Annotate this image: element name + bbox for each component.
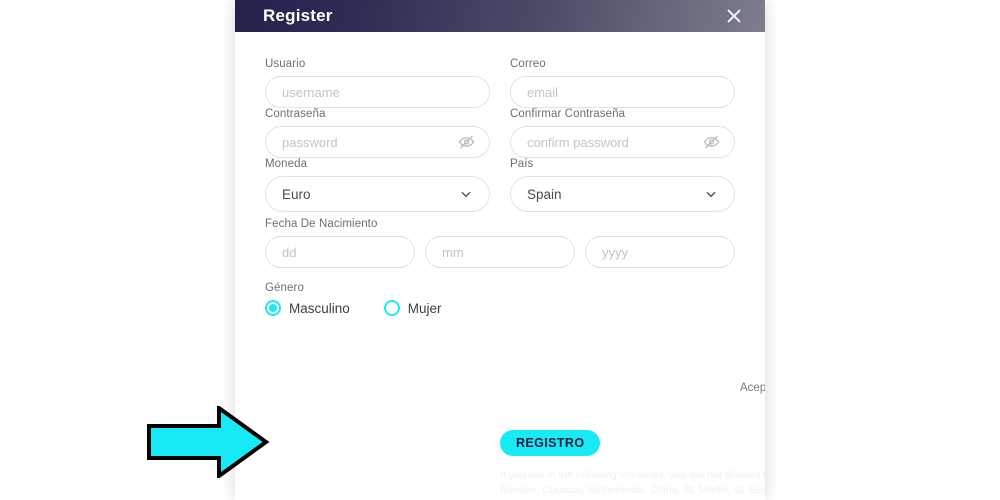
field-birthdate: Fecha De Nacimiento	[265, 218, 735, 268]
email-label: Correo	[510, 58, 546, 70]
restricted-territories-note: If you live in the following territories…	[500, 469, 765, 496]
currency-value: Euro	[282, 186, 311, 202]
email-input-wrap	[510, 76, 735, 108]
terms-row: Aceptar términos Y Condiciones	[740, 376, 765, 400]
currency-label: Moneda	[265, 158, 308, 170]
email-field[interactable]	[510, 76, 735, 108]
field-country: País Spain	[510, 158, 735, 212]
confirm-password-input-wrap	[510, 126, 735, 158]
gender-label: Género	[265, 282, 304, 294]
row-account: Usuario Correo	[265, 58, 735, 108]
row-password: Contraseña Confirmar Contraseña	[265, 108, 735, 158]
modal-body: Usuario Correo Contraseña	[235, 32, 765, 316]
field-gender: Género Masculino Mujer	[265, 282, 735, 316]
password-field[interactable]	[265, 126, 490, 158]
username-input-wrap	[265, 76, 490, 108]
gender-option-mujer-label: Mujer	[407, 300, 442, 316]
country-select[interactable]: Spain	[510, 176, 735, 212]
field-confirm-password: Confirmar Contraseña	[510, 108, 735, 158]
page-title: Register	[263, 6, 333, 25]
chevron-down-icon	[459, 187, 473, 201]
register-modal: Register Usuario Correo	[235, 0, 765, 500]
modal-header: Register	[235, 0, 765, 32]
arrow-right-annotation-icon	[145, 406, 270, 478]
field-email: Correo	[510, 58, 735, 108]
currency-select[interactable]: Euro	[265, 176, 490, 212]
gender-option-masculino[interactable]: Masculino	[265, 300, 350, 316]
row-locale: Moneda Euro País Spain	[265, 158, 735, 212]
register-submit-button[interactable]: REGISTRO	[500, 430, 601, 456]
field-password: Contraseña	[265, 108, 490, 158]
field-username: Usuario	[265, 58, 490, 108]
eye-off-icon[interactable]	[703, 134, 720, 151]
radio-selected-icon	[265, 300, 281, 316]
gender-option-masculino-label: Masculino	[289, 300, 350, 316]
eye-off-icon[interactable]	[458, 134, 475, 151]
gender-option-mujer[interactable]: Mujer	[383, 300, 442, 316]
close-icon[interactable]	[723, 5, 745, 27]
birthdate-label: Fecha De Nacimiento	[265, 218, 378, 230]
confirm-password-label: Confirmar Contraseña	[510, 108, 626, 120]
chevron-down-icon	[704, 187, 718, 201]
username-label: Usuario	[265, 58, 306, 70]
terms-prefix-label: Aceptar	[740, 382, 765, 394]
field-currency: Moneda Euro	[265, 158, 490, 212]
search-input username-input[interactable]	[265, 76, 490, 108]
birthdate-day-input[interactable]	[265, 236, 415, 268]
birthdate-year-input[interactable]	[585, 236, 735, 268]
country-label: País	[510, 158, 534, 170]
radio-unselected-icon	[383, 300, 400, 316]
confirm-password-field[interactable]	[510, 126, 735, 158]
birthdate-month-input[interactable]	[425, 236, 575, 268]
birthdate-inputs	[265, 236, 735, 268]
password-input-wrap	[265, 126, 490, 158]
country-value: Spain	[527, 186, 562, 202]
password-label: Contraseña	[265, 108, 326, 120]
gender-options: Masculino Mujer	[265, 300, 735, 316]
